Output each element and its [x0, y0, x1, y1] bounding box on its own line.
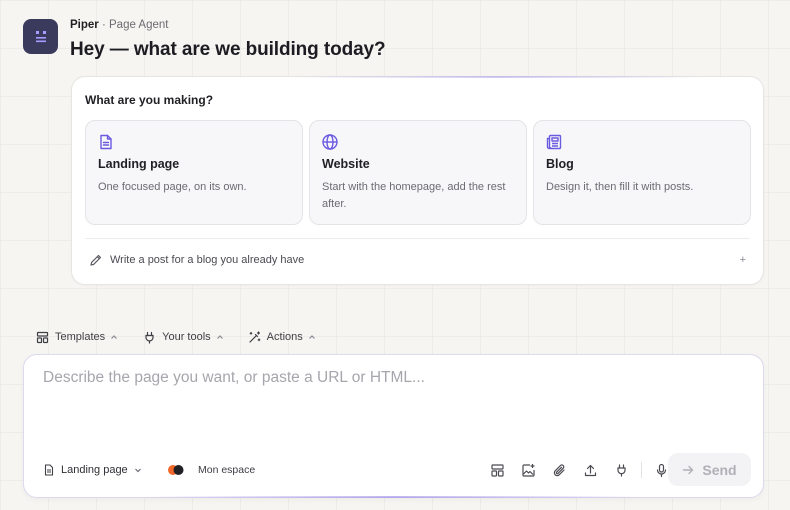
option-title: Blog — [546, 157, 574, 171]
upload-icon — [583, 463, 598, 478]
arrow-right-icon — [682, 464, 694, 476]
making-card: What are you making? Landing page One fo… — [71, 76, 764, 285]
layout-icon — [490, 463, 505, 478]
option-description: Start with the homepage, add the rest af… — [322, 181, 506, 210]
send-button[interactable]: Send — [668, 453, 751, 486]
prompt-input[interactable] — [43, 369, 723, 387]
globe-icon — [321, 133, 339, 151]
agent-name: Piper — [70, 19, 99, 31]
composer-actions — [482, 460, 677, 480]
option-landing-page[interactable]: Landing page One focused page, on its ow… — [85, 120, 303, 225]
plus-icon: + — [739, 254, 746, 266]
templates-menu[interactable]: Templates — [36, 328, 118, 346]
send-label: Send — [702, 461, 737, 478]
option-website[interactable]: Website Start with the homepage, add the… — [309, 120, 527, 225]
write-post-label: Write a post for a blog you already have — [110, 254, 305, 266]
page-type-label: Landing page — [61, 464, 128, 476]
plug-icon — [143, 331, 156, 344]
write-post-row[interactable]: Write a post for a blog you already have… — [85, 247, 750, 273]
agent-role: Page Agent — [109, 19, 169, 31]
document-icon — [97, 133, 115, 151]
attach-button[interactable] — [544, 460, 575, 480]
workspace-select[interactable]: Mon espace — [167, 460, 255, 480]
actions-menu[interactable]: Actions — [248, 328, 316, 346]
composer: Landing page Mon espace — [23, 354, 764, 498]
tools-button[interactable] — [606, 460, 637, 480]
agent-meta: Piper · Page Agent — [70, 19, 168, 31]
magic-wand-icon — [248, 330, 261, 344]
option-title: Website — [322, 157, 370, 171]
your-tools-label: Your tools — [162, 331, 211, 343]
newspaper-icon — [545, 133, 563, 151]
composer-footer: Landing page Mon espace Send — [24, 453, 763, 497]
agent-separator: · — [98, 19, 109, 31]
chevron-down-icon — [134, 466, 142, 474]
your-tools-menu[interactable]: Your tools — [143, 328, 224, 346]
option-description: One focused page, on its own. — [98, 181, 247, 193]
making-title: What are you making? — [85, 93, 214, 107]
layout-icon — [36, 331, 49, 344]
pencil-icon — [89, 253, 103, 267]
plug-icon — [614, 463, 629, 478]
paperclip-icon — [552, 463, 567, 478]
greeting-heading: Hey — what are we building today? — [70, 39, 386, 60]
option-blog[interactable]: Blog Design it, then fill it with posts. — [533, 120, 751, 225]
chevron-up-icon — [308, 333, 316, 341]
workspace-name: Mon espace — [198, 464, 256, 476]
document-icon — [43, 464, 55, 476]
agent-avatar — [23, 19, 58, 54]
card-divider — [85, 238, 750, 239]
chevron-up-icon — [110, 333, 118, 341]
toolbar-separator — [641, 462, 642, 478]
templates-button[interactable] — [482, 460, 513, 480]
templates-label: Templates — [55, 331, 106, 343]
microphone-icon — [654, 463, 669, 478]
page-type-select[interactable]: Landing page — [43, 460, 142, 480]
workspace-logo-icon — [167, 464, 185, 476]
upload-button[interactable] — [575, 460, 606, 480]
image-add-icon — [521, 463, 536, 478]
chevron-up-icon — [216, 333, 224, 341]
option-title: Landing page — [98, 157, 180, 171]
actions-label: Actions — [266, 331, 303, 343]
option-description: Design it, then fill it with posts. — [546, 181, 694, 193]
add-image-button[interactable] — [513, 460, 544, 480]
tool-pills: Templates Your tools Actions — [36, 328, 316, 346]
